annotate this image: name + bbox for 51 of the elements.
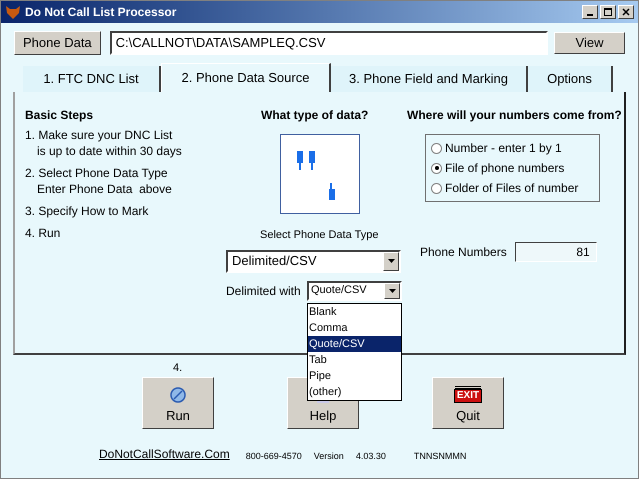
tab[interactable]: 3. Phone Field and Marking xyxy=(331,66,528,92)
radio-option[interactable]: Folder of Files of number xyxy=(431,179,599,197)
quit-button[interactable]: EXIT Quit xyxy=(432,377,504,429)
tab[interactable]: 1. FTC DNC List xyxy=(23,66,161,92)
close-button[interactable] xyxy=(618,5,634,19)
step-text: 4. Run xyxy=(25,225,62,241)
phone-numbers-field: 81 xyxy=(514,242,597,262)
step-text: 1. Make sure your DNC List xyxy=(25,127,174,143)
delimiter-select[interactable]: Quote/CSV xyxy=(307,280,402,300)
dropdown-option[interactable]: Comma xyxy=(308,320,401,336)
step-number: 4. xyxy=(173,362,182,374)
caret-icon xyxy=(388,259,394,263)
view-button[interactable]: View xyxy=(554,32,625,54)
minimize-button[interactable] xyxy=(582,5,598,19)
phone-number: 800-669-4570 xyxy=(246,450,302,462)
phone-numbers-label: Phone Numbers xyxy=(420,244,507,261)
app-icon xyxy=(5,4,21,20)
tab[interactable]: Options xyxy=(528,66,613,92)
maximize-button[interactable] xyxy=(600,5,616,19)
no-phone-icon xyxy=(170,386,186,402)
select-label: Select Phone Data Type xyxy=(260,228,378,243)
dropdown-button[interactable] xyxy=(383,252,399,270)
plug-icon xyxy=(327,183,337,203)
step-text: 2. Select Phone Data Type xyxy=(25,165,169,181)
dropdown-option[interactable]: Tab xyxy=(308,352,401,368)
dropdown-button[interactable] xyxy=(384,282,400,298)
version-label: Version xyxy=(314,450,344,462)
run-button[interactable]: Run xyxy=(142,377,214,429)
close-icon xyxy=(622,8,630,16)
dropdown-option[interactable]: Quote/CSV xyxy=(308,336,401,352)
delimiter-label: Delimited with xyxy=(226,282,302,300)
radio-option[interactable]: Number - enter 1 by 1 xyxy=(431,139,599,157)
steps-heading: Basic Steps xyxy=(25,107,94,124)
step-text: Enter Phone Data above xyxy=(36,181,173,197)
website-link[interactable]: DoNotCallSoftware.Com xyxy=(99,445,230,463)
dropdown-option[interactable]: Blank xyxy=(308,304,401,320)
step-text: is up to date within 30 days xyxy=(36,143,183,159)
maximize-icon xyxy=(604,8,612,16)
phone-data-button[interactable]: Phone Data xyxy=(14,31,101,55)
step-text: 3. Specify How to Mark xyxy=(25,203,150,219)
file-path-field[interactable]: C:\CALLNOT\DATA\SAMPLEQ.CSV xyxy=(110,31,548,55)
window-title: Do Not Call List Processor xyxy=(25,4,178,21)
version-number: 4.03.30 xyxy=(356,450,386,462)
data-type-select[interactable]: Delimited/CSV xyxy=(226,250,401,272)
license-code: TNNSNMMN xyxy=(414,450,466,462)
tab[interactable]: 2. Phone Data Source xyxy=(161,63,331,92)
caret-icon xyxy=(388,288,396,292)
data-type-heading: What type of data? xyxy=(261,107,368,124)
radio-option[interactable]: File of phone numbers xyxy=(431,159,599,177)
source-heading: Where will your numbers come from? xyxy=(407,107,623,124)
exit-sign-icon: EXIT xyxy=(454,386,482,402)
